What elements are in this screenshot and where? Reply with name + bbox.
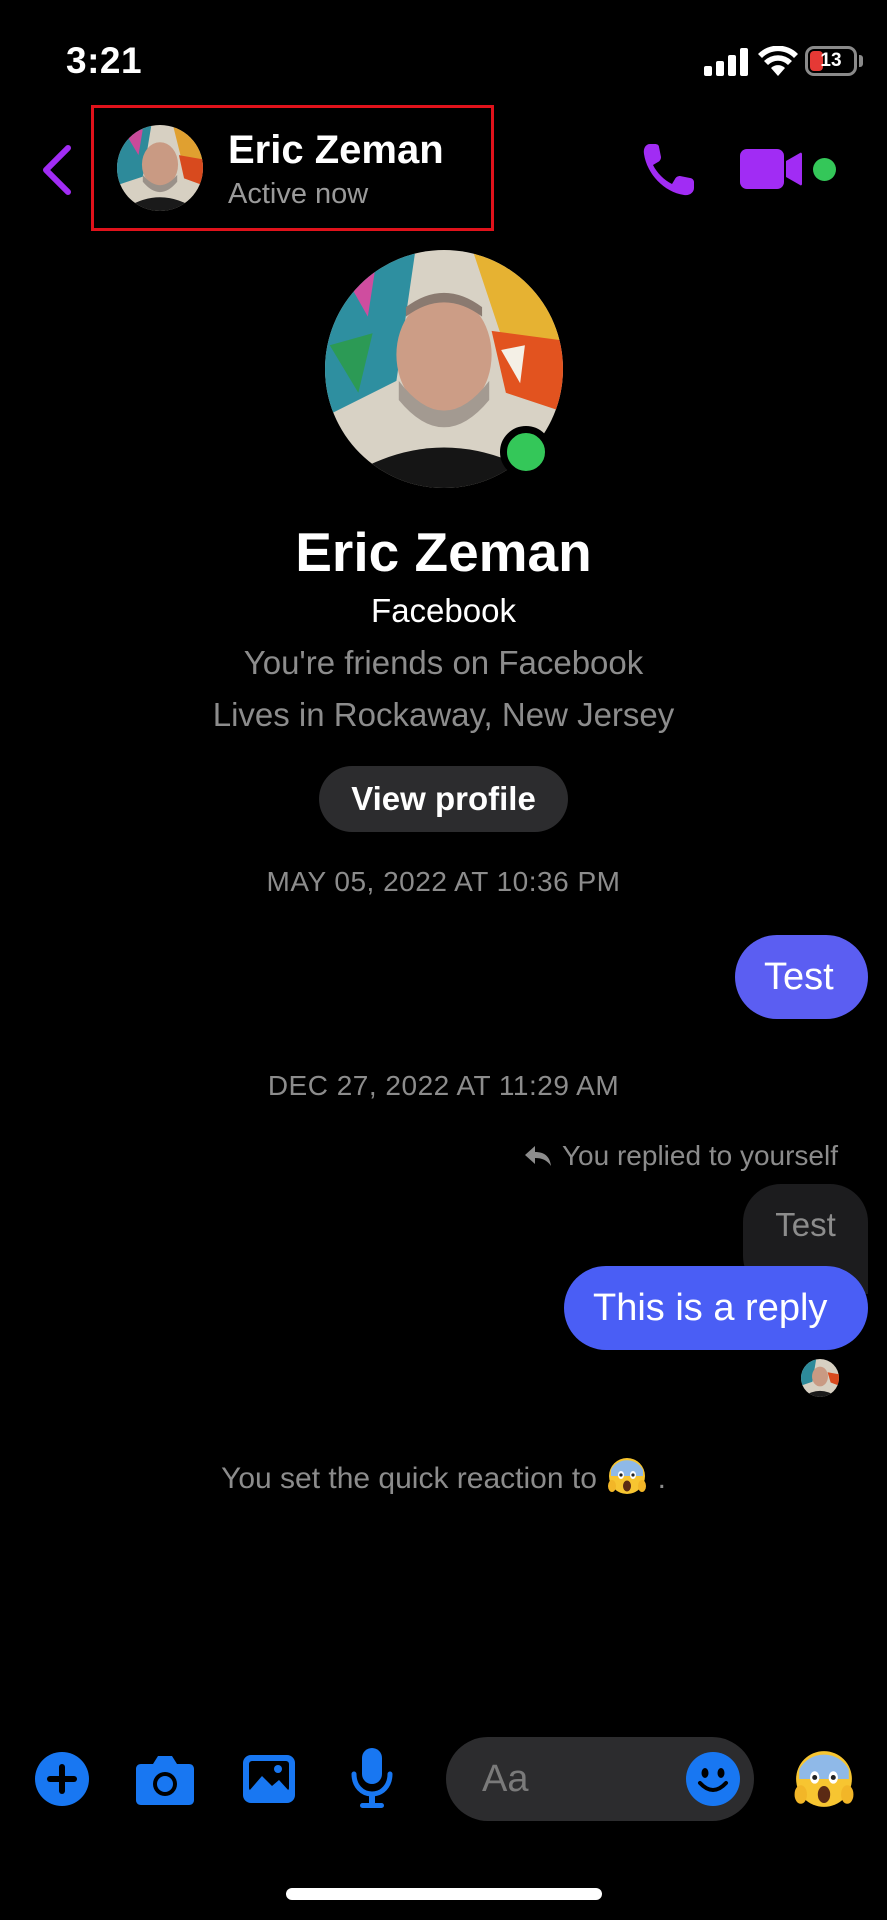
microphone-icon[interactable] (350, 1746, 394, 1810)
reply-context: You replied to yourself (524, 1140, 838, 1172)
quick-reaction-button[interactable] (793, 1748, 855, 1810)
sent-message-bubble[interactable]: Test (735, 935, 868, 1019)
wifi-icon (758, 46, 798, 76)
reply-context-label: You replied to yourself (561, 1140, 838, 1171)
profile-source: Facebook (371, 592, 516, 629)
signal-icon (704, 48, 748, 76)
online-indicator (813, 158, 836, 181)
video-camera-icon[interactable] (738, 147, 804, 191)
quick-reaction-text: You set the quick reaction to (221, 1462, 597, 1495)
header-active-status: Active now (228, 178, 369, 210)
avatar[interactable] (117, 125, 203, 211)
profile-friends-text: You're friends on Facebook (243, 644, 644, 681)
status-time: 3:21 (66, 40, 143, 81)
profile-name: Eric Zeman (295, 521, 592, 583)
battery-level: 13 (820, 50, 842, 71)
battery-cap (859, 55, 863, 67)
profile-online-indicator (500, 426, 552, 478)
screaming-face-emoji (608, 1458, 647, 1494)
battery-icon: 13 (805, 46, 857, 76)
read-receipt-avatar (801, 1359, 839, 1397)
message-timestamp: DEC 27, 2022 AT 11:29 AM (267, 1070, 620, 1101)
reply-arrow-icon (524, 1146, 551, 1166)
quick-reaction-notice: You set the quick reaction to . (0, 1456, 887, 1496)
phone-icon[interactable] (640, 140, 696, 198)
plus-icon[interactable] (34, 1751, 90, 1807)
back-chevron-icon[interactable] (40, 144, 74, 196)
profile-location-text: Lives in Rockaway, New Jersey (212, 696, 675, 733)
view-profile-button[interactable]: View profile (319, 766, 568, 832)
quick-reaction-period: . (657, 1462, 666, 1495)
message-input-placeholder: Aa (482, 1758, 529, 1800)
photo-icon[interactable] (242, 1754, 296, 1804)
smiley-icon[interactable] (685, 1751, 741, 1807)
header-contact-name[interactable]: Eric Zeman (228, 128, 444, 173)
message-timestamp: MAY 05, 2022 AT 10:36 PM (266, 866, 621, 897)
camera-icon[interactable] (135, 1754, 195, 1806)
reply-message-bubble[interactable]: This is a reply (564, 1266, 868, 1350)
home-indicator[interactable] (286, 1888, 602, 1900)
